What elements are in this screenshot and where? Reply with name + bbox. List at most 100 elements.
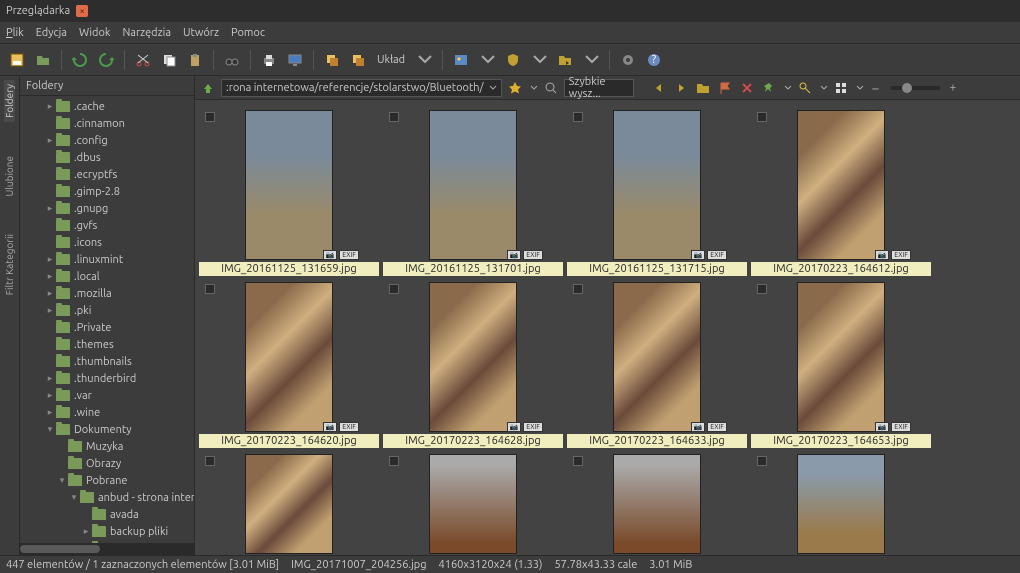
tree-item[interactable]: ▸.linuxmint: [20, 251, 194, 268]
menu-plik[interactable]: Plik: [6, 27, 24, 39]
undo-icon[interactable]: [69, 49, 91, 71]
key-icon[interactable]: [796, 79, 814, 97]
thumbnail-image[interactable]: [245, 110, 333, 260]
expander-icon[interactable]: ▸: [44, 390, 56, 401]
thumbnail-cell[interactable]: 📷EXIFIMG_20170223_164628.jpg: [381, 276, 565, 448]
favorite-star-icon[interactable]: [506, 79, 524, 97]
thumbnail-cell[interactable]: [565, 448, 749, 554]
tree-item[interactable]: Muzyka: [20, 438, 194, 455]
tree-item[interactable]: .dbus: [20, 149, 194, 166]
tree-item[interactable]: ▾Dokumenty: [20, 421, 194, 438]
delete-icon[interactable]: [738, 79, 756, 97]
thumbnail-image[interactable]: [613, 454, 701, 554]
tree-item[interactable]: ▸.local: [20, 268, 194, 285]
tree-item[interactable]: ▸.cache: [20, 98, 194, 115]
thumbnail-image[interactable]: [797, 110, 885, 260]
flag-icon[interactable]: [716, 79, 734, 97]
thumbnail-cell[interactable]: 📷EXIFIMG_20170223_164633.jpg: [565, 276, 749, 448]
layers-icon[interactable]: [321, 49, 343, 71]
chevron-down-icon[interactable]: [820, 84, 828, 92]
menu-widok[interactable]: Widok: [79, 27, 111, 39]
tree-item[interactable]: .themes: [20, 336, 194, 353]
pin-icon[interactable]: [760, 79, 778, 97]
thumbnail-image[interactable]: [797, 454, 885, 554]
open-icon[interactable]: [32, 49, 54, 71]
thumbnail-image[interactable]: [245, 282, 333, 432]
menu-pomoc[interactable]: Pomoc: [231, 27, 265, 39]
expander-icon[interactable]: ▸: [44, 305, 56, 316]
menu-edycja[interactable]: Edycja: [36, 27, 67, 39]
expander-icon[interactable]: ▸: [44, 101, 56, 112]
tree-item[interactable]: ▾anbud - strona internetowa: [20, 489, 194, 506]
thumbnail-cell[interactable]: 📷EXIFIMG_20170223_164620.jpg: [197, 276, 381, 448]
nav-forward-icon[interactable]: [672, 79, 690, 97]
thumbnail-cell[interactable]: 📷EXIFIMG_20161125_131715.jpg: [565, 104, 749, 276]
cut-icon[interactable]: [132, 49, 154, 71]
chevron-down-icon[interactable]: [530, 84, 538, 92]
expander-icon[interactable]: ▸: [44, 373, 56, 384]
thumbnail-image[interactable]: [245, 454, 333, 554]
image-icon[interactable]: [450, 49, 472, 71]
tree-item[interactable]: .icons: [20, 234, 194, 251]
thumbnail-cell[interactable]: 📷EXIFIMG_20161125_131659.jpg: [197, 104, 381, 276]
paste-icon[interactable]: [184, 49, 206, 71]
layers2-icon[interactable]: [347, 49, 369, 71]
thumbnail-image[interactable]: [429, 282, 517, 432]
thumbnail-image[interactable]: [429, 110, 517, 260]
expander-icon[interactable]: ▸: [44, 135, 56, 146]
tree-item[interactable]: ▸.gnupg: [20, 200, 194, 217]
expander-icon[interactable]: ▸: [44, 254, 56, 265]
thumbnail-cell[interactable]: 📷EXIFIMG_20170223_164612.jpg: [749, 104, 933, 276]
tab-ulubione[interactable]: Ulubione: [4, 152, 15, 201]
copy-icon[interactable]: [158, 49, 180, 71]
thumbnail-cell[interactable]: [749, 448, 933, 554]
expander-icon[interactable]: ▾: [44, 424, 56, 435]
chevron-down-icon[interactable]: [476, 49, 498, 71]
tree-item[interactable]: .gvfs: [20, 217, 194, 234]
thumbnail-image[interactable]: [429, 454, 517, 554]
thumbnail-cell[interactable]: 📷EXIFIMG_20161125_131701.jpg: [381, 104, 565, 276]
menu-narzedzia[interactable]: Narzędzia: [122, 27, 171, 39]
up-arrow-icon[interactable]: [199, 79, 217, 97]
tree-item[interactable]: Obrazy: [20, 455, 194, 472]
expander-icon[interactable]: ▸: [44, 407, 56, 418]
tree-item[interactable]: ▸.mozilla: [20, 285, 194, 302]
folder-tree[interactable]: ▸.cache.cinnamon▸.config.dbus.ecryptfs.g…: [20, 96, 194, 543]
expander-icon[interactable]: ▾: [56, 475, 68, 486]
tree-item[interactable]: ▸.thunderbird: [20, 370, 194, 387]
tree-item[interactable]: .Private: [20, 319, 194, 336]
thumbnail-image[interactable]: [613, 110, 701, 260]
tree-item[interactable]: ▸.config: [20, 132, 194, 149]
tree-item[interactable]: ▸.var: [20, 387, 194, 404]
grid-view-icon[interactable]: [832, 79, 850, 97]
tree-item[interactable]: .gimp-2.8: [20, 183, 194, 200]
tree-item[interactable]: .ecryptfs: [20, 166, 194, 183]
tree-item[interactable]: ▸.wine: [20, 404, 194, 421]
tree-item[interactable]: ▸.pki: [20, 302, 194, 319]
redo-icon[interactable]: [95, 49, 117, 71]
zoom-out-icon[interactable]: −: [872, 80, 880, 96]
expander-icon[interactable]: ▸: [80, 526, 92, 537]
chevron-down-icon-3[interactable]: [580, 49, 602, 71]
quick-search-input[interactable]: Szybkie wysz...: [564, 79, 634, 97]
path-input[interactable]: :rona internetowa/referencje/stolarstwo/…: [221, 79, 502, 97]
save-icon[interactable]: [6, 49, 28, 71]
print-icon[interactable]: [258, 49, 280, 71]
tree-item[interactable]: ▾Pobrane: [20, 472, 194, 489]
thumbnail-cell[interactable]: [381, 448, 565, 554]
binoculars-icon[interactable]: [221, 49, 243, 71]
chevron-down-icon-2[interactable]: [528, 49, 550, 71]
tab-foldery[interactable]: Foldery: [4, 80, 15, 122]
zoom-slider[interactable]: [890, 86, 940, 90]
thumbnail-cell[interactable]: 📷EXIFIMG_20170223_164653.jpg: [749, 276, 933, 448]
nav-back-icon[interactable]: [650, 79, 668, 97]
menu-utworz[interactable]: Utwórz: [183, 27, 219, 39]
gear-icon[interactable]: [617, 49, 639, 71]
thumbnail-grid[interactable]: 📷EXIFIMG_20161125_131659.jpg📷EXIFIMG_201…: [195, 100, 1020, 555]
close-icon[interactable]: ×: [76, 5, 88, 17]
thumbnail-image[interactable]: [797, 282, 885, 432]
thumbnail-image[interactable]: [613, 282, 701, 432]
chevron-down-icon[interactable]: [784, 84, 792, 92]
shield-icon[interactable]: [502, 49, 524, 71]
chevron-down-icon[interactable]: [856, 84, 864, 92]
